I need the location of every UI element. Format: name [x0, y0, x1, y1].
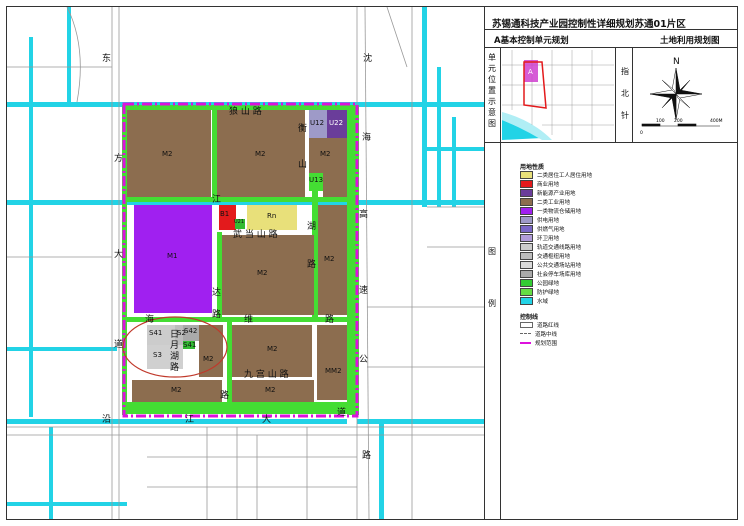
legend-side-bottom: 例: [488, 299, 496, 308]
legend-item: 水域: [520, 297, 548, 305]
road-label-dao-bottom: 道: [337, 408, 347, 418]
legend-line-item: 道路中线: [520, 330, 557, 338]
legend-item: 新能源产业用地: [520, 189, 576, 197]
road-label-dao: 道: [114, 340, 124, 350]
legend-item: 社会停车场库用地: [520, 270, 581, 278]
road-label-gao: 高: [359, 210, 369, 220]
plot-label-m1: M1: [167, 252, 178, 260]
plot-label-u12: U12: [310, 119, 325, 127]
divider: [500, 47, 501, 142]
road-label-hai-right: 海: [362, 133, 372, 143]
plot-label-m2-ne: M2: [320, 150, 331, 158]
plot-label-b1: B1: [220, 210, 230, 218]
divider: [484, 29, 737, 30]
plot-mm2[interactable]: [317, 325, 347, 400]
scale-100: 100: [656, 118, 665, 124]
plot-label-m2-sw2: M2: [171, 386, 182, 394]
road-label-wudang: 武 当 山 路: [233, 230, 278, 240]
divider: [615, 47, 616, 142]
legend-item: 供电用地: [520, 216, 559, 224]
road-label-lu5: 路: [170, 363, 180, 373]
plot-label-m2-sw: M2: [203, 355, 214, 363]
road-label-heng: 衡: [298, 124, 308, 134]
legend-line-item: 规划范围: [520, 339, 557, 347]
road-label-langshan: 狼 山 路: [229, 107, 262, 117]
legend-item: 公园绿地: [520, 279, 559, 287]
legend-item: 一类物流仓储用地: [520, 207, 581, 215]
plot-label-u13: U13: [309, 176, 324, 184]
legend-item: 二类工业用地: [520, 198, 570, 206]
legend-item: 供燃气用地: [520, 225, 565, 233]
legend-item: 交通枢纽用地: [520, 252, 570, 260]
plot-label-mm2: MM2: [325, 367, 342, 375]
legend-item: 环卫用地: [520, 234, 559, 242]
road-label-dal: 达: [212, 288, 222, 298]
plot-label-m2-s: M2: [267, 345, 278, 353]
plot-label-m2-nw: M2: [162, 150, 173, 158]
plot-m2-c[interactable]: [222, 235, 314, 315]
road-label-shen: 沈: [363, 54, 373, 64]
road-label-hai: 海: [145, 315, 155, 325]
road-label-jiang-bottom: 江: [185, 415, 195, 425]
road-label-gong: 公: [359, 355, 369, 365]
plot-label-m2-s2: M2: [265, 386, 276, 394]
road-label-su: 速: [359, 286, 369, 296]
plot-label-u21: U21: [234, 219, 245, 225]
land-use-map[interactable]: 东 方 大 道 沈 海 高 速 公 路 沿 江 大 道 狼 山 路 衡 山 湖 …: [7, 7, 484, 519]
scale-200: 200: [674, 118, 683, 124]
divider: [500, 142, 501, 519]
road-label-yan: 沿: [102, 415, 112, 425]
map-title: 苏锡通科技产业园控制性详细规划苏通01片区: [492, 19, 686, 30]
road-label-jiugong: 九 宫 山 路: [244, 370, 289, 380]
road-label-wei: 维: [244, 315, 254, 325]
road-label-hu: 湖: [307, 222, 317, 232]
plot-label-s42: S42: [184, 327, 198, 335]
road-label-lu3: 路: [212, 310, 222, 320]
divider: [484, 142, 737, 143]
location-inset-map: A: [502, 50, 614, 140]
plot-label-m2-n: M2: [255, 150, 266, 158]
divider: [484, 47, 737, 48]
location-label: 单元位置示意图: [488, 53, 496, 128]
road-label-shan: 山: [298, 160, 308, 170]
plot-label-s41b: S41: [183, 341, 197, 349]
svg-text:A: A: [528, 68, 533, 76]
road-label-jiang: 江: [212, 195, 222, 205]
plot-label-u22: U22: [329, 119, 344, 127]
unit-title: A基本控制单元规划: [494, 36, 569, 46]
plot-label-m2-e: M2: [324, 255, 335, 263]
plot-label-s3: S3: [153, 351, 162, 359]
plot-label-s41: S41: [149, 329, 163, 337]
road-label-dong: 东: [102, 54, 112, 64]
legend-side-top: 图: [488, 247, 496, 256]
legend-item: 轨道交通线路用地: [520, 243, 581, 251]
legend-group-title-2: 控制线: [520, 314, 539, 321]
scale-400: 400M: [710, 118, 723, 124]
compass: N 0 100 200 400M: [640, 57, 723, 136]
plot-label-m2-c: M2: [257, 269, 268, 277]
legend-item: 二类居住工人居住用地: [520, 171, 592, 179]
legend-item: 公共交通场站用地: [520, 261, 581, 269]
road-label-lu4: 路: [325, 315, 335, 325]
map-svg: [7, 7, 484, 519]
legend-item: 商业用地: [520, 180, 559, 188]
divider: [632, 47, 633, 142]
road-label-lu-right: 路: [362, 451, 372, 461]
road-label-lu6: 路: [220, 391, 230, 401]
plan-type-title: 土地利用规划图: [660, 36, 720, 46]
north-label: 指北针: [621, 67, 629, 120]
road-label-da-bottom: 大: [262, 415, 272, 425]
plot-m2-ne2[interactable]: [323, 173, 347, 197]
scale-0: 0: [640, 130, 643, 136]
legend-line-item: 道路红线: [520, 321, 559, 329]
road-label-lu2: 路: [307, 260, 317, 270]
road-label-da: 大: [114, 250, 124, 260]
plot-label-rn: Rn: [267, 212, 277, 220]
compass-n: N: [673, 57, 680, 67]
legend-group-title: 用地性质: [520, 164, 545, 171]
road-label-fang: 方: [114, 154, 124, 164]
legend-item: 防护绿地: [520, 288, 559, 296]
